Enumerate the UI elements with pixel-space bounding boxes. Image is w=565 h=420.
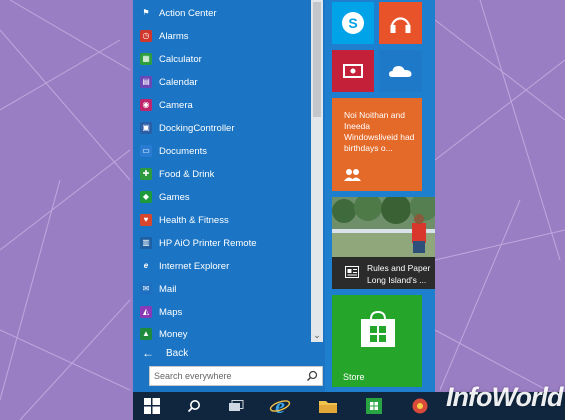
app-label: Health & Fitness <box>159 214 229 226</box>
health-heart-icon: ♥ <box>140 214 152 226</box>
windows-logo-icon <box>144 398 160 414</box>
app-label: HP AiO Printer Remote <box>159 237 257 249</box>
scrollbar-thumb[interactable] <box>313 2 321 117</box>
music-tile[interactable] <box>379 2 422 44</box>
app-item-dockingcontroller[interactable]: ▣ DockingController <box>133 117 313 139</box>
app-label: Maps <box>159 306 183 318</box>
app-label: Alarms <box>159 30 189 42</box>
skype-tile[interactable]: S <box>332 2 374 44</box>
app-item-alarms[interactable]: ◷ Alarms <box>133 25 313 47</box>
app-item-documents[interactable]: ▭ Documents <box>133 140 313 162</box>
svg-text:e: e <box>275 395 285 417</box>
all-apps-list: ⚑ Action Center ◷ Alarms ▦ Calculator ▤ … <box>133 0 325 392</box>
cloud-icon <box>389 66 412 77</box>
app-label: Calendar <box>159 76 198 88</box>
generic-app-icon: ▣ <box>140 122 152 134</box>
store-icon <box>366 398 382 414</box>
back-arrow-icon: ← <box>142 346 154 360</box>
video-icon <box>343 64 363 78</box>
app-label: Food & Drink <box>159 168 215 180</box>
back-button[interactable]: ← Back <box>133 343 188 363</box>
food-drink-icon: ✚ <box>140 168 152 180</box>
app-item-internet-explorer[interactable]: e Internet Explorer <box>133 255 313 277</box>
mail-icon: ✉ <box>140 283 152 295</box>
app-label: Games <box>159 191 190 203</box>
video-tile[interactable] <box>332 50 374 92</box>
alarm-clock-icon: ◷ <box>140 30 152 42</box>
infoworld-watermark: InfoWorld <box>446 382 563 412</box>
internet-explorer-icon: e <box>269 395 291 417</box>
app-item-games[interactable]: ◆ Games <box>133 186 313 208</box>
app-item-calendar[interactable]: ▤ Calendar <box>133 71 313 93</box>
app-item-money[interactable]: ▲ Money <box>133 323 313 345</box>
store-tile-label: Store <box>343 372 365 382</box>
app-item-food-drink[interactable]: ✚ Food & Drink <box>133 163 313 185</box>
app-icon <box>412 398 428 414</box>
people-icon <box>344 169 361 181</box>
flag-icon: ⚑ <box>140 7 152 19</box>
taskbar-internet-explorer-button[interactable]: e <box>263 392 297 420</box>
scroll-down-chevron-icon[interactable]: ⌄ <box>311 328 323 342</box>
start-menu: ⚑ Action Center ◷ Alarms ▦ Calculator ▤ … <box>133 0 435 392</box>
app-label: Calculator <box>159 53 202 65</box>
app-label: Mail <box>159 283 177 295</box>
store-tile[interactable]: Store <box>332 295 422 387</box>
svg-text:S: S <box>348 15 357 31</box>
taskbar-file-explorer-button[interactable] <box>311 392 345 420</box>
maps-icon: ◭ <box>140 306 152 318</box>
folder-icon <box>319 401 337 413</box>
store-bag-icon <box>361 310 395 347</box>
taskbar-store-button[interactable] <box>357 392 391 420</box>
documents-icon: ▭ <box>140 145 152 157</box>
taskbar-search-button[interactable] <box>177 392 211 420</box>
app-item-camera[interactable]: ◉ Camera <box>133 94 313 116</box>
taskbar-task-view-button[interactable] <box>219 392 253 420</box>
app-label: Camera <box>159 99 193 111</box>
games-icon: ◆ <box>140 191 152 203</box>
app-item-health-fitness[interactable]: ♥ Health & Fitness <box>133 209 313 231</box>
headphones-icon <box>390 17 411 33</box>
onedrive-tile[interactable] <box>379 50 422 92</box>
app-item-action-center[interactable]: ⚑ Action Center <box>133 2 313 24</box>
app-label: Money <box>159 328 188 340</box>
search-box[interactable] <box>149 366 323 386</box>
printer-icon: ▥ <box>140 237 152 249</box>
news-icon <box>345 266 359 278</box>
money-icon: ▲ <box>140 328 152 340</box>
app-item-maps[interactable]: ◭ Maps <box>133 301 313 323</box>
back-label: Back <box>166 347 189 359</box>
app-item-calculator[interactable]: ▦ Calculator <box>133 48 313 70</box>
skype-icon: S <box>342 12 364 34</box>
news-tile-headline: Rules and Paper Long Island's ... <box>367 263 431 285</box>
apps-scrollbar[interactable]: ⌄ <box>311 0 323 342</box>
people-tile-text: Noi Noithan and Ineeda Windowsliveid had… <box>344 110 415 153</box>
app-label: DockingController <box>159 122 235 134</box>
search-input[interactable] <box>150 367 308 385</box>
task-view-icon <box>229 400 244 411</box>
calendar-icon: ▤ <box>140 76 152 88</box>
app-label: Action Center <box>159 7 217 19</box>
search-icon[interactable] <box>306 370 318 382</box>
news-photo <box>332 197 435 257</box>
taskbar-start-button[interactable] <box>135 392 169 420</box>
search-icon <box>187 400 200 413</box>
camera-icon: ◉ <box>140 99 152 111</box>
calculator-icon: ▦ <box>140 53 152 65</box>
app-item-hp-aio-printer-remote[interactable]: ▥ HP AiO Printer Remote <box>133 232 313 254</box>
app-label: Documents <box>159 145 208 157</box>
taskbar-app-button[interactable] <box>403 392 437 420</box>
app-label: Internet Explorer <box>159 260 230 272</box>
people-tile[interactable]: Noi Noithan and Ineeda Windowsliveid had… <box>332 98 422 191</box>
news-tile[interactable]: Rules and Paper Long Island's ... <box>332 197 435 289</box>
internet-explorer-icon: e <box>140 260 152 272</box>
app-item-mail[interactable]: ✉ Mail <box>133 278 313 300</box>
